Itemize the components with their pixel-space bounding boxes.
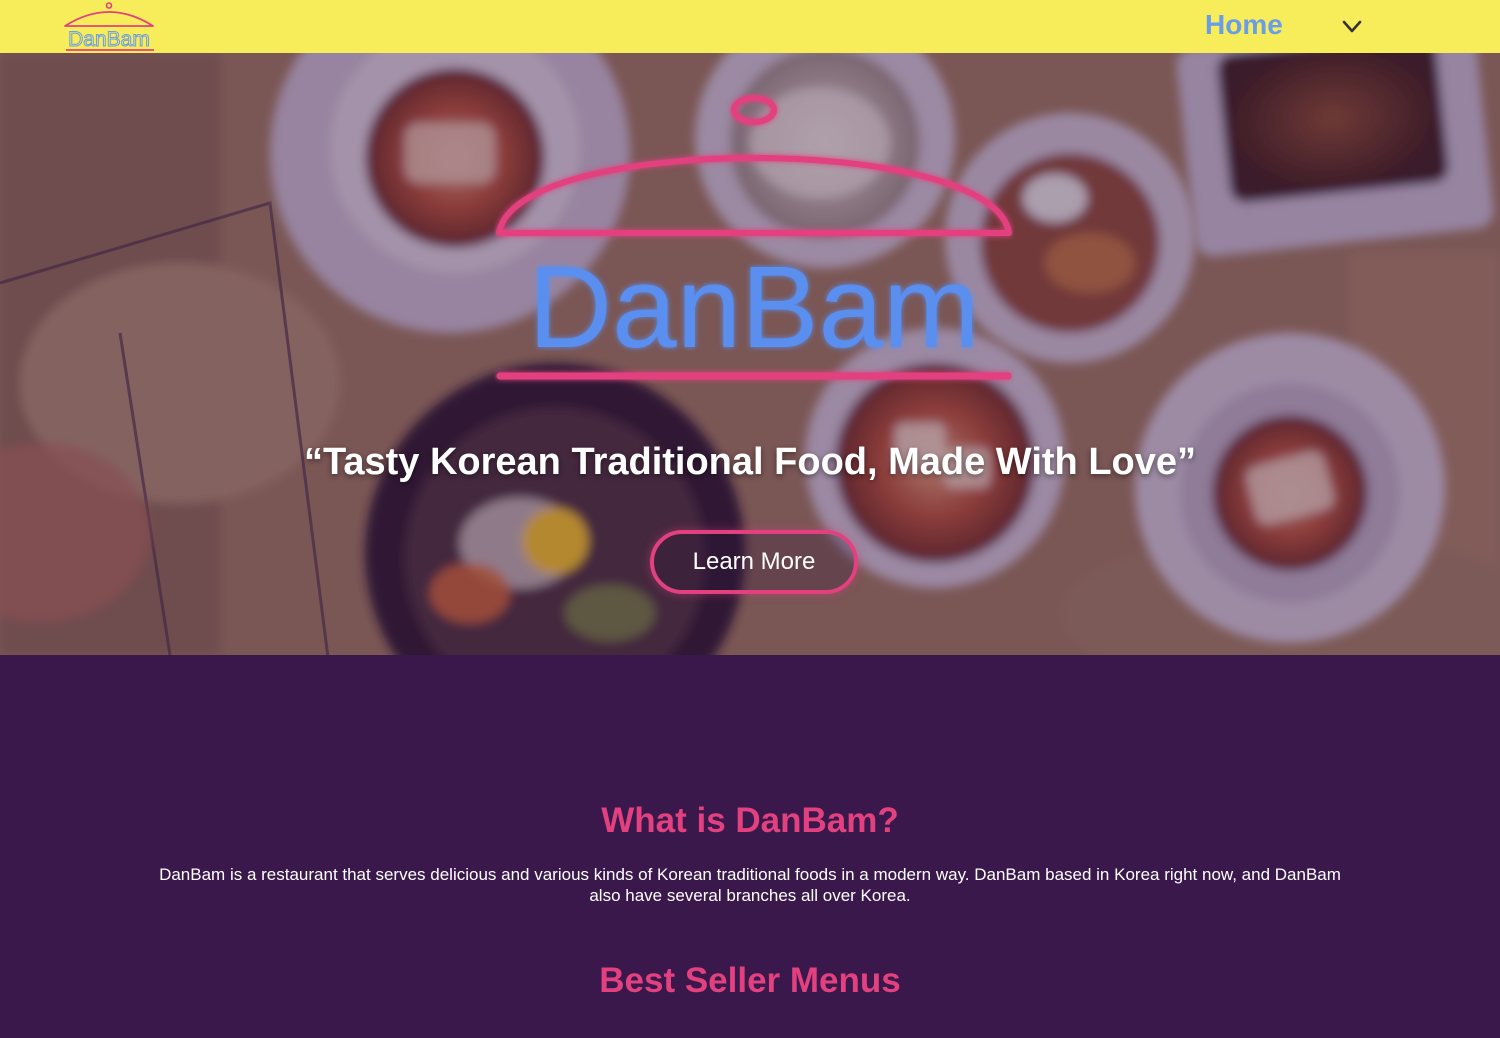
navbar: DanBam Home [0, 0, 1500, 53]
nav-logo-text: DanBam [68, 28, 150, 51]
hero-logo-text: DanBam [528, 242, 979, 372]
nav-menu-toggle[interactable] [1336, 13, 1368, 41]
hero-section: DanBam “Tasty Korean Traditional Food, M… [0, 53, 1500, 655]
hero-cloche-logo-icon: DanBam [496, 95, 1012, 380]
about-title: What is DanBam? [601, 801, 899, 840]
best-seller-title: Best Seller Menus [599, 961, 901, 1000]
cloche-logo-icon: DanBam [64, 2, 154, 52]
chevron-down-icon [1342, 20, 1362, 33]
learn-more-button[interactable]: Learn More [650, 530, 858, 594]
nav-home-link[interactable]: Home [1205, 9, 1283, 41]
hero-tagline: “Tasty Korean Traditional Food, Made Wit… [303, 441, 1197, 483]
about-description: DanBam is a restaurant that serves delic… [159, 865, 1341, 905]
nav-logo[interactable]: DanBam [60, 2, 158, 52]
